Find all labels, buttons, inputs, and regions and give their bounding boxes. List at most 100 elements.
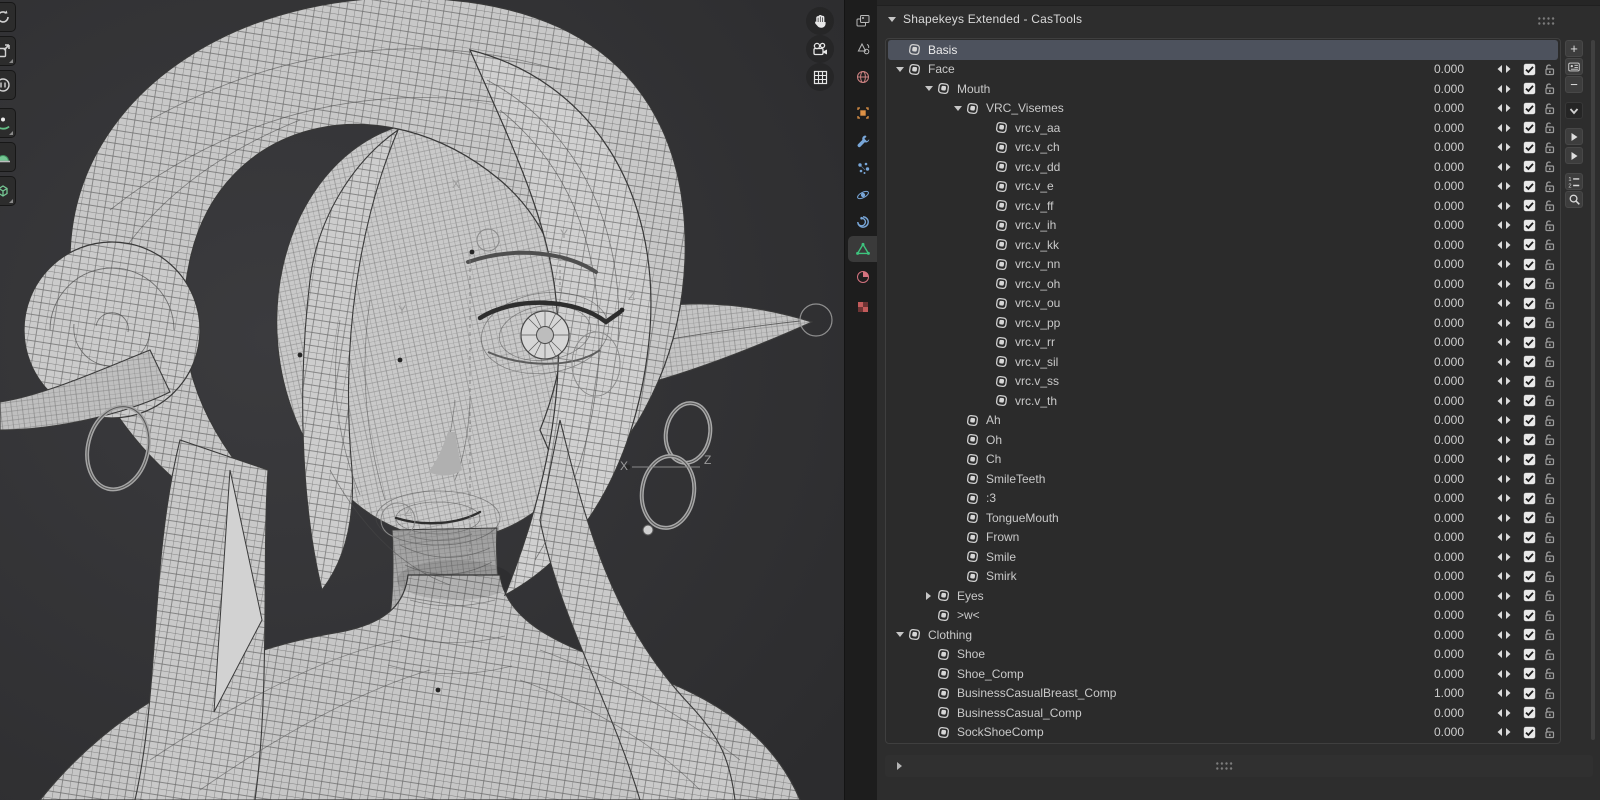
sort-shapekeys-button[interactable]: 12 [1565,173,1583,190]
shapekey-row[interactable]: vrc.v_oh 0.000 [888,274,1558,294]
shapekey-row[interactable]: vrc.v_kk 0.000 [888,235,1558,255]
value-step-arrows[interactable] [1496,669,1512,679]
lock-icon[interactable] [1543,238,1556,251]
shapekey-row[interactable]: TongueMouth 0.000 [888,508,1558,528]
shapekey-value[interactable]: 0.000 [1394,647,1464,661]
shapekey-row[interactable]: vrc.v_aa 0.000 [888,118,1558,138]
shapekey-row[interactable]: vrc.v_ss 0.000 [888,372,1558,392]
camera-view-gizmo-button[interactable] [806,35,834,63]
value-step-arrows[interactable] [1496,649,1512,659]
lock-icon[interactable] [1543,258,1556,271]
proportional-falloff-tool-button[interactable] [0,142,16,172]
value-step-arrows[interactable] [1496,688,1512,698]
value-step-arrows[interactable] [1496,240,1512,250]
lock-icon[interactable] [1543,550,1556,563]
value-step-arrows[interactable] [1496,708,1512,718]
shapekey-row[interactable]: vrc.v_ou 0.000 [888,294,1558,314]
value-step-arrows[interactable] [1496,298,1512,308]
value-step-arrows[interactable] [1496,435,1512,445]
tab-scene[interactable] [848,36,878,62]
lock-icon[interactable] [1543,394,1556,407]
mute-checkbox[interactable] [1523,511,1536,525]
panel-drag-grip[interactable] [1215,761,1234,771]
tab-world[interactable] [848,64,878,90]
shapekey-row[interactable]: BusinessCasual_Comp 0.000 [888,703,1558,723]
mute-checkbox[interactable] [1523,140,1536,154]
shapekey-row[interactable]: SockShoeComp 0.000 [888,723,1558,743]
value-step-arrows[interactable] [1496,727,1512,737]
shapekey-row[interactable]: vrc.v_ff 0.000 [888,196,1558,216]
mute-checkbox[interactable] [1523,277,1536,291]
lock-icon[interactable] [1543,180,1556,193]
shapekey-row[interactable]: vrc.v_e 0.000 [888,177,1558,197]
shapekey-row[interactable]: Ch 0.000 [888,450,1558,470]
mute-checkbox[interactable] [1523,160,1536,174]
shapekey-value[interactable]: 0.000 [1394,491,1464,505]
mute-checkbox[interactable] [1523,667,1536,681]
lock-icon[interactable] [1543,667,1556,680]
expand-arrow[interactable] [922,86,935,92]
pan-gizmo-button[interactable] [806,7,834,35]
lock-icon[interactable] [1543,375,1556,388]
mute-checkbox[interactable] [1523,218,1536,232]
shapekey-value[interactable]: 0.000 [1394,433,1464,447]
mute-checkbox[interactable] [1523,62,1536,76]
shapekey-row[interactable]: Shoe 0.000 [888,645,1558,665]
value-step-arrows[interactable] [1496,220,1512,230]
lock-icon[interactable] [1543,433,1556,446]
shapekey-row[interactable]: vrc.v_nn 0.000 [888,255,1558,275]
value-step-arrows[interactable] [1496,123,1512,133]
value-step-arrows[interactable] [1496,103,1512,113]
expand-arrow[interactable] [922,591,935,600]
mute-checkbox[interactable] [1523,355,1536,369]
value-step-arrows[interactable] [1496,142,1512,152]
panel-drag-grip[interactable] [1537,16,1556,26]
shapekey-value[interactable]: 1.000 [1394,686,1464,700]
value-step-arrows[interactable] [1496,181,1512,191]
shapekey-value[interactable]: 0.000 [1394,296,1464,310]
lock-icon[interactable] [1543,414,1556,427]
shapekey-row[interactable]: vrc.v_pp 0.000 [888,313,1558,333]
tab-material[interactable] [848,264,878,290]
shapekey-row[interactable]: BusinessCasualBreast_Comp 1.000 [888,684,1558,704]
shapekey-row[interactable]: vrc.v_th 0.000 [888,391,1558,411]
lock-icon[interactable] [1543,511,1556,524]
panel-expand-icon[interactable] [897,762,902,770]
expand-arrow[interactable] [893,66,906,72]
lock-icon[interactable] [1543,570,1556,583]
mute-checkbox[interactable] [1523,530,1536,544]
mute-checkbox[interactable] [1523,199,1536,213]
value-step-arrows[interactable] [1496,552,1512,562]
shapekey-value[interactable]: 0.000 [1394,121,1464,135]
mute-checkbox[interactable] [1523,179,1536,193]
shapekey-row[interactable]: Oh 0.000 [888,430,1558,450]
expand-arrow[interactable] [893,632,906,638]
mute-checkbox[interactable] [1523,472,1536,486]
value-step-arrows[interactable] [1496,571,1512,581]
shapekey-dropdown-button[interactable] [1565,102,1583,119]
shapekey-value[interactable]: 0.000 [1394,452,1464,466]
tab-object[interactable] [848,100,878,126]
mute-checkbox[interactable] [1523,608,1536,622]
lock-icon[interactable] [1543,297,1556,310]
shapekey-specials-button[interactable] [1565,58,1583,75]
rotate-tool-button[interactable] [0,2,16,32]
viewport-3d[interactable]: X Y Z X Z Y Z [0,0,844,800]
value-step-arrows[interactable] [1496,201,1512,211]
mute-checkbox[interactable] [1523,121,1536,135]
lock-icon[interactable] [1543,141,1556,154]
shapekey-row[interactable]: Smile 0.000 [888,547,1558,567]
shapekey-value[interactable]: 0.000 [1394,394,1464,408]
lock-icon[interactable] [1543,492,1556,505]
value-step-arrows[interactable] [1496,84,1512,94]
mute-checkbox[interactable] [1523,589,1536,603]
lock-icon[interactable] [1543,199,1556,212]
lock-icon[interactable] [1543,706,1556,719]
tab-constraints[interactable] [848,209,878,235]
lock-icon[interactable] [1543,219,1556,232]
mute-checkbox[interactable] [1523,647,1536,661]
value-step-arrows[interactable] [1496,513,1512,523]
shapekey-value[interactable]: 0.000 [1394,589,1464,603]
lock-icon[interactable] [1543,82,1556,95]
lock-icon[interactable] [1543,628,1556,641]
